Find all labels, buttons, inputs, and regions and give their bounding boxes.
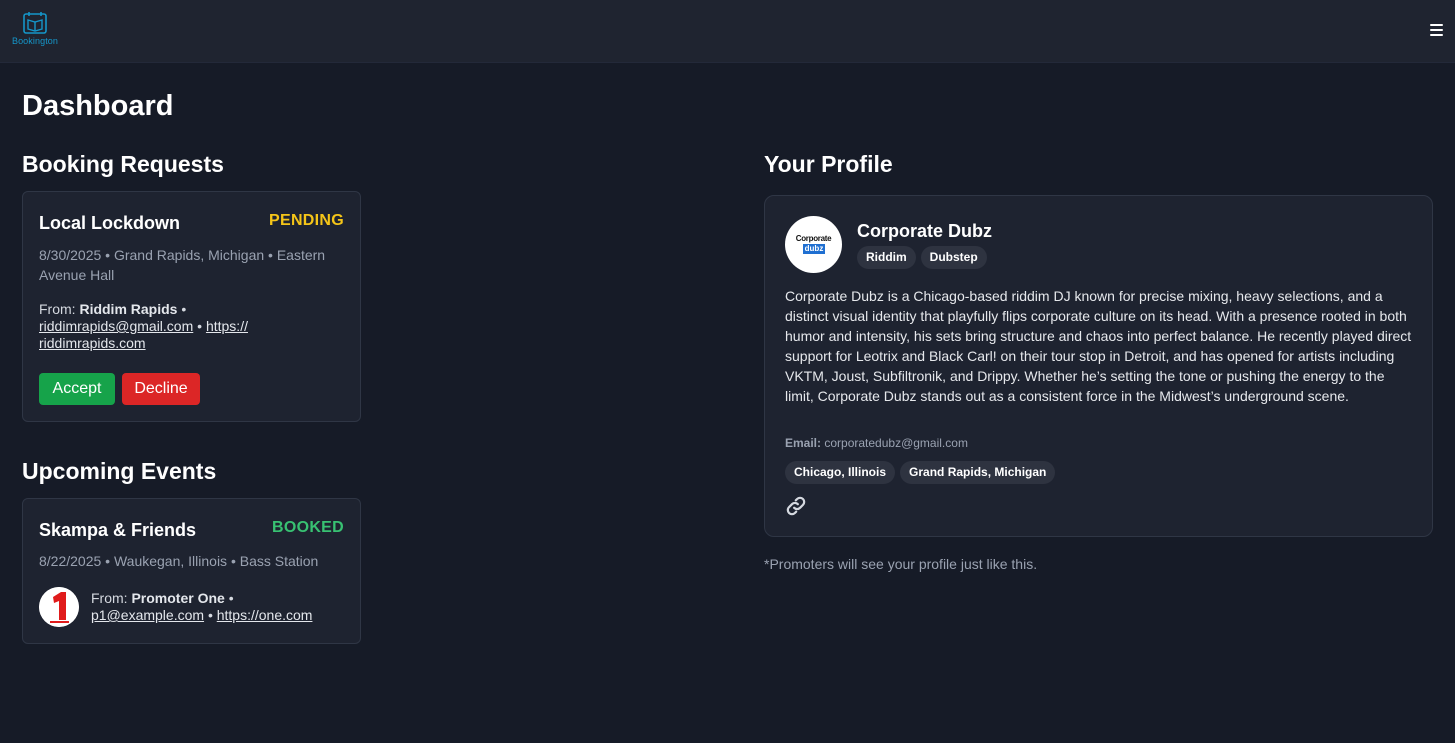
book-calendar-icon (23, 12, 47, 34)
profile-name: Corporate Dubz (857, 221, 992, 241)
separator: • (197, 318, 203, 334)
email-label: Email: (785, 436, 822, 450)
decline-button[interactable]: Decline (122, 373, 200, 405)
genre-tag: Riddim (857, 246, 916, 269)
profile-email: Email: corporatedubz@gmail.com (785, 436, 968, 450)
event-meta: 8/22/2025 • Waukegan, Illinois • Bass St… (39, 553, 319, 569)
upcoming-event-card: Skampa & Friends BOOKED 8/22/2025 • Wauk… (22, 498, 361, 644)
separator: • (207, 607, 213, 623)
profile-bio: Corporate Dubz is a Chicago-based riddim… (785, 288, 1412, 404)
promoter-website-link[interactable]: https://one.com (217, 607, 313, 623)
separator: • (228, 590, 234, 606)
genre-tags: Riddim Dubstep (857, 246, 992, 269)
location-tags: Chicago, Illinois Grand Rapids, Michigan (785, 461, 1060, 484)
event-title: Skampa & Friends (39, 520, 197, 540)
location-tag: Grand Rapids, Michigan (900, 461, 1056, 484)
promoter-name: Promoter One (131, 590, 225, 606)
promoter-email-link[interactable]: p1@example.com (91, 607, 204, 623)
event-meta: 8/30/2025 • Grand Rapids, Michigan • Eas… (39, 247, 326, 283)
profile-heading: Your Profile (764, 151, 893, 177)
profile-card: Corporate dubz Corporate Dubz Riddim Dubs… (764, 195, 1433, 537)
hamburger-icon[interactable] (1430, 24, 1443, 38)
profile-preview-note: *Promoters will see your profile just li… (764, 556, 1038, 572)
promoter-avatar (39, 587, 79, 627)
location-tag: Chicago, Illinois (785, 461, 896, 484)
separator: • (181, 301, 187, 317)
booking-requests-heading: Booking Requests (22, 151, 224, 177)
from-label: From: (39, 301, 76, 317)
genre-tag: Dubstep (920, 246, 987, 269)
promoter-name: Riddim Rapids (79, 301, 178, 317)
status-badge: PENDING (269, 212, 344, 229)
avatar-text-top: Corporate (795, 234, 832, 243)
avatar-text-bottom: dubz (803, 244, 825, 254)
upcoming-events-heading: Upcoming Events (22, 458, 217, 484)
app-logo[interactable]: Bookington (10, 11, 60, 46)
profile-avatar: Corporate dubz (785, 216, 842, 273)
page-title: Dashboard (22, 90, 174, 122)
promoter-email-link[interactable]: riddimrapids@gmail.com (39, 318, 193, 334)
link-icon[interactable] (785, 495, 807, 517)
promoter-logo-icon (39, 587, 79, 627)
email-value: corporatedubz@gmail.com (824, 436, 968, 450)
event-title: Local Lockdown (39, 213, 181, 233)
from-label: From: (91, 590, 128, 606)
from-line: From: Promoter One • p1@example.com • ht… (91, 590, 351, 624)
top-navbar: Bookington (0, 0, 1455, 63)
booking-request-card: Local Lockdown PENDING 8/30/2025 • Grand… (22, 191, 361, 422)
logo-text: Bookington (11, 36, 59, 46)
accept-button[interactable]: Accept (39, 373, 115, 405)
status-badge: BOOKED (271, 519, 344, 536)
from-line: From: Riddim Rapids • riddimrapids@gmail… (39, 301, 339, 352)
